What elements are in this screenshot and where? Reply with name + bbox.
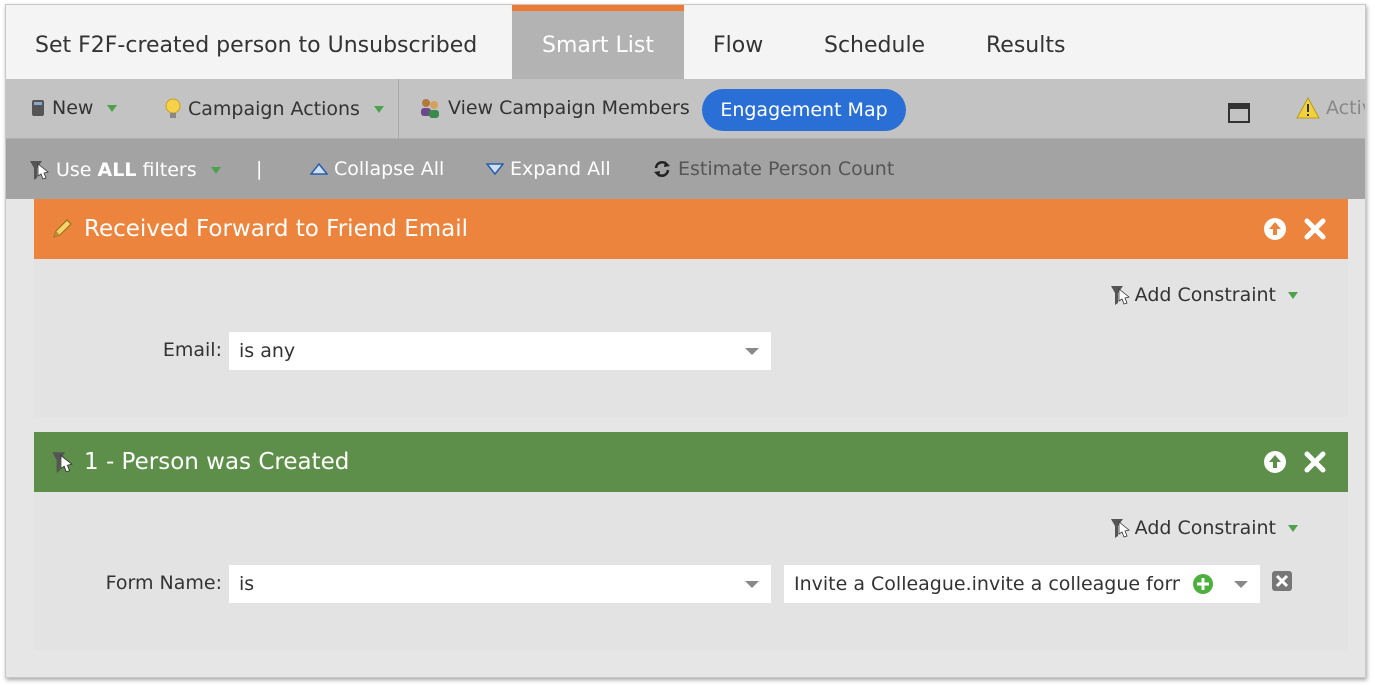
funnel-icon [52,452,73,473]
filter-card-received-forward: Received Forward to Friend Email Add Con… [34,199,1348,417]
estimate-person-count-label: Estimate Person Count [678,158,895,180]
form-name-operator-select[interactable]: is [229,565,771,603]
chevron-down-icon [1234,581,1248,588]
filter-bar: Use ALL filters | Collapse All Expand Al… [6,139,1365,199]
filter-body: Add Constraint Form Name: is Invite a Co… [34,492,1348,650]
filter-header: 1 - Person was Created [34,432,1348,492]
use-filters-label: Use ALL filters [56,159,197,181]
email-field-label: Email: [162,339,222,361]
form-name-field-label: Form Name: [105,572,222,594]
warning-icon [1296,97,1320,119]
close-icon[interactable] [1303,450,1327,474]
tab-smart-list[interactable]: Smart List [512,5,684,79]
add-constraint-button[interactable]: Add Constraint [1109,283,1298,307]
triangle-down-icon [486,163,504,176]
engagement-map-button[interactable]: Engagement Map [702,89,906,131]
filter-header: Received Forward to Friend Email [34,199,1348,259]
add-value-icon[interactable] [1192,573,1214,595]
use-filters-dropdown[interactable]: Use ALL filters [28,158,221,182]
toolbar: New Campaign Actions View Campaign Membe… [6,79,1365,139]
new-label: New [52,97,94,119]
form-name-operator-value: is [239,573,255,595]
activate-button[interactable]: Activ [1296,97,1365,119]
add-constraint-label: Add Constraint [1134,517,1276,539]
app-window: Set F2F-created person to Unsubscribed S… [5,4,1366,678]
campaign-actions-button[interactable]: Campaign Actions [164,97,384,121]
chevron-down-icon [210,166,221,174]
campaign-title: Set F2F-created person to Unsubscribed [35,33,478,58]
chevron-down-icon [745,581,759,588]
tab-schedule[interactable]: Schedule [824,33,925,58]
view-campaign-members-label: View Campaign Members [448,97,690,119]
filter-card-person-created: 1 - Person was Created Add Constraint Fo… [34,432,1348,650]
view-campaign-members-button[interactable]: View Campaign Members [418,97,690,119]
expand-all-button[interactable]: Expand All [486,158,611,180]
collapse-all-button[interactable]: Collapse All [310,158,444,180]
chevron-down-icon [1288,524,1298,532]
email-operator-value: is any [239,340,296,362]
add-constraint-label: Add Constraint [1134,284,1276,306]
move-up-icon[interactable] [1263,217,1287,241]
tab-flow[interactable]: Flow [713,33,763,58]
triangle-up-icon [310,162,328,175]
toolbar-divider [398,79,399,139]
chevron-down-icon [373,105,384,113]
move-up-icon[interactable] [1263,450,1287,474]
collapse-all-label: Collapse All [334,158,445,180]
refresh-icon [654,161,670,177]
funnel-icon [30,161,49,180]
email-operator-select[interactable]: is any [229,332,771,370]
activate-label: Activ [1326,97,1365,119]
members-icon [421,99,439,118]
window-icon[interactable] [1228,103,1250,123]
expand-all-label: Expand All [510,158,611,180]
chevron-down-icon [107,104,118,112]
filter-separator: | [256,158,263,180]
chevron-down-icon [745,348,759,355]
chevron-down-icon [1288,291,1298,299]
lightbulb-icon [165,98,181,118]
new-button[interactable]: New [30,97,118,119]
campaign-actions-label: Campaign Actions [188,98,360,120]
filter-body: Add Constraint Email: is any [34,259,1348,417]
add-constraint-button[interactable]: Add Constraint [1109,516,1298,540]
form-name-value: Invite a Colleague.invite a colleague fo… [794,573,1180,595]
close-icon[interactable] [1303,217,1327,241]
document-icon [32,100,44,116]
funnel-icon [1110,286,1130,305]
tab-bar: Set F2F-created person to Unsubscribed S… [6,5,1365,79]
estimate-person-count-button[interactable]: Estimate Person Count [652,158,894,180]
filter-title: 1 - Person was Created [84,449,350,475]
tab-results[interactable]: Results [986,33,1065,58]
funnel-icon [1110,519,1130,538]
remove-value-icon[interactable] [1271,570,1293,592]
form-name-value-select[interactable]: Invite a Colleague.invite a colleague fo… [784,565,1260,603]
pencil-icon [53,219,72,238]
filter-title: Received Forward to Friend Email [84,216,469,242]
